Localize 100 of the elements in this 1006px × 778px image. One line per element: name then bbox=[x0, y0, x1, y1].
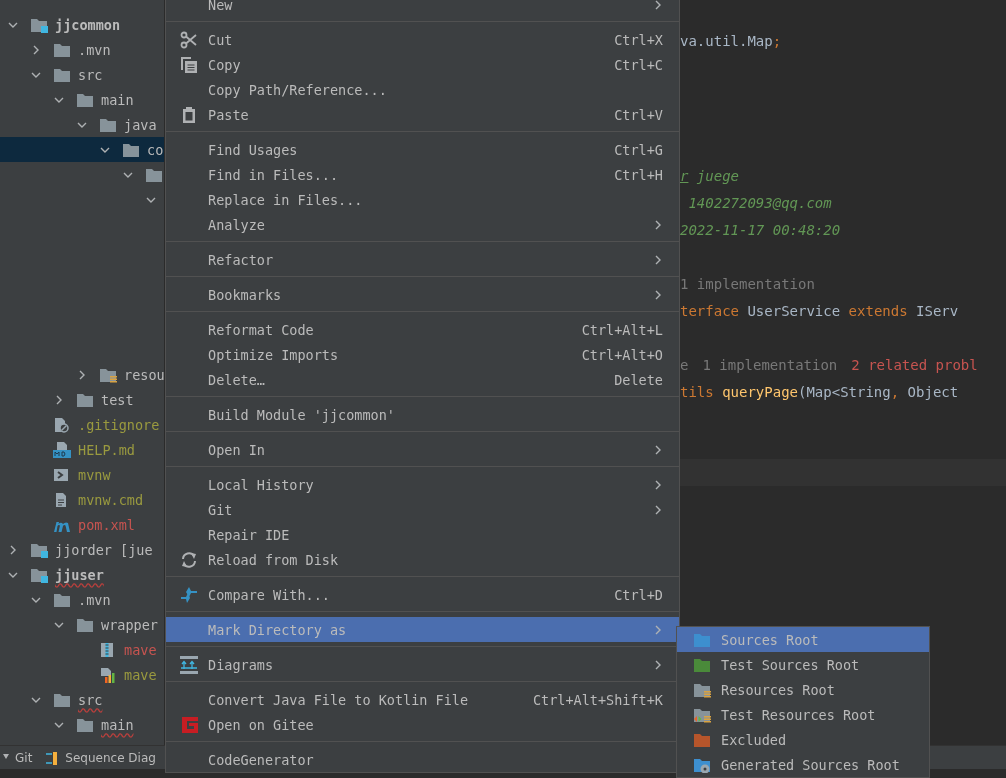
menu-item[interactable]: Copy Ctrl+C bbox=[166, 52, 679, 77]
code-token: va.util.Map bbox=[680, 32, 773, 49]
resources-folder-icon bbox=[99, 366, 117, 383]
menu-item-label: Compare With... bbox=[208, 586, 331, 603]
menu-item[interactable]: Convert Java File to Kotlin File Ctrl+Alt+Shift+K bbox=[166, 687, 679, 712]
tree-item[interactable]: src bbox=[0, 62, 164, 87]
code-token: extends bbox=[848, 302, 908, 319]
menu-item[interactable]: Replace in Files... bbox=[166, 187, 679, 212]
tree-item[interactable]: src bbox=[0, 687, 164, 712]
menu-item-label: Test Sources Root bbox=[721, 656, 861, 673]
test-resources-folder-icon bbox=[693, 706, 711, 723]
menu-item-label: Reload from Disk bbox=[208, 551, 340, 568]
ignored-file-icon bbox=[53, 416, 69, 433]
menu-item[interactable]: Open on Gitee bbox=[166, 712, 679, 737]
menu-item[interactable]: Open In bbox=[166, 437, 679, 462]
menu-item[interactable]: Analyze bbox=[166, 212, 679, 237]
folder-icon bbox=[76, 716, 94, 733]
menu-item[interactable]: CodeGenerator bbox=[166, 747, 679, 772]
terminal-file-icon bbox=[53, 466, 69, 483]
shortcut-label: Ctrl+C bbox=[614, 56, 663, 73]
folder-icon bbox=[76, 391, 94, 408]
markdown-file-icon bbox=[53, 441, 71, 458]
inlay-hint[interactable]: 2 related probl bbox=[851, 356, 978, 373]
properties-file-icon bbox=[99, 666, 115, 683]
menu-item[interactable]: Build Module 'jjcommon' bbox=[166, 402, 679, 427]
expand-chevron-icon[interactable] bbox=[8, 544, 18, 555]
module-folder-icon bbox=[30, 541, 48, 558]
expand-chevron-icon[interactable] bbox=[54, 394, 64, 405]
menu-item[interactable]: Optimize Imports Ctrl+Alt+O bbox=[166, 342, 679, 367]
code-token: , bbox=[890, 383, 900, 400]
tree-item[interactable]: .gitignore bbox=[0, 412, 164, 437]
menu-item[interactable]: Refactor bbox=[166, 247, 679, 272]
resources-folder-icon bbox=[693, 681, 711, 698]
menu-item[interactable]: Generated Sources Root bbox=[677, 752, 929, 777]
inlay-hint[interactable]: 1 implementation bbox=[680, 275, 815, 292]
menu-item[interactable]: Git bbox=[166, 497, 679, 522]
tool-window-button[interactable]: Sequence Diag bbox=[46, 749, 156, 766]
inlay-hint[interactable]: 1 implementation bbox=[702, 356, 838, 373]
menu-item[interactable]: Excluded bbox=[677, 727, 929, 752]
menu-item[interactable]: Local History bbox=[166, 472, 679, 497]
menu-item-label: Sources Root bbox=[721, 631, 820, 648]
shortcut-label: Ctrl+V bbox=[614, 106, 663, 123]
code-token: ; bbox=[772, 32, 782, 49]
shortcut-label: Ctrl+D bbox=[614, 586, 663, 603]
folder-icon bbox=[76, 616, 94, 633]
menu-item-label: Generated Sources Root bbox=[721, 756, 901, 773]
expand-chevron-icon[interactable] bbox=[31, 44, 41, 55]
compare-arrows-icon bbox=[180, 585, 198, 604]
shortcut-label: Ctrl+G bbox=[614, 141, 663, 158]
menu-item-label: Reformat Code bbox=[208, 321, 315, 338]
tree-item[interactable]: mave bbox=[0, 662, 164, 687]
menu-item-label: Find Usages bbox=[208, 141, 299, 158]
tree-item[interactable]: wrapper bbox=[0, 612, 164, 637]
tree-item[interactable]: jjcommon bbox=[0, 12, 164, 37]
menu-item-label: Repair IDE bbox=[208, 526, 291, 543]
tree-item[interactable]: main bbox=[0, 87, 164, 112]
tree-item[interactable]: test bbox=[0, 387, 164, 412]
menu-item-label: Copy bbox=[208, 56, 242, 73]
menu-item-label: Paste bbox=[208, 106, 250, 123]
code-token: queryPage bbox=[721, 383, 798, 400]
tree-item[interactable]: jjuser bbox=[0, 562, 164, 587]
menu-item-label: Cut bbox=[208, 31, 234, 48]
tree-item[interactable]: mvnw bbox=[0, 462, 164, 487]
menu-item[interactable]: Reformat Code Ctrl+Alt+L bbox=[166, 317, 679, 342]
tree-item[interactable]: jjorder [jue bbox=[0, 537, 164, 562]
menu-item[interactable]: New bbox=[166, 0, 679, 17]
tool-window-button[interactable]: Git bbox=[2, 750, 33, 765]
menu-item-label: Build Module 'jjcommon' bbox=[208, 406, 396, 423]
tree-item[interactable]: co bbox=[0, 137, 164, 162]
menu-item[interactable]: Reload from Disk bbox=[166, 547, 679, 572]
menu-item[interactable]: Repair IDE bbox=[166, 522, 679, 547]
expand-chevron-icon[interactable] bbox=[77, 369, 87, 380]
tree-item[interactable]: .mvn bbox=[0, 37, 164, 62]
menu-item-label: Copy Path/Reference... bbox=[208, 81, 388, 98]
code-token: (Map<String bbox=[798, 383, 891, 400]
menu-item[interactable]: Compare With... Ctrl+D bbox=[166, 582, 679, 607]
menu-item[interactable]: Resources Root bbox=[677, 677, 929, 702]
menu-item[interactable]: Find in Files... Ctrl+H bbox=[166, 162, 679, 187]
tree-item[interactable]: java bbox=[0, 112, 164, 137]
menu-item[interactable]: Paste Ctrl+V bbox=[166, 102, 679, 127]
tree-item[interactable]: .mvn bbox=[0, 587, 164, 612]
menu-item[interactable]: Cut Ctrl+X bbox=[166, 27, 679, 52]
menu-item[interactable]: Test Sources Root bbox=[677, 652, 929, 677]
tree-item[interactable]: resou bbox=[0, 362, 164, 387]
menu-item[interactable]: Bookmarks bbox=[166, 282, 679, 307]
inlay-hint[interactable]: e bbox=[680, 356, 689, 373]
tree-item[interactable]: HELP.md bbox=[0, 437, 164, 462]
code-token: 2022-11-17 00:48:20 bbox=[680, 221, 841, 238]
menu-item[interactable]: Find Usages Ctrl+G bbox=[166, 137, 679, 162]
menu-item[interactable]: Copy Path/Reference... bbox=[166, 77, 679, 102]
menu-item-label: Excluded bbox=[721, 731, 788, 748]
menu-item-label: Mark Directory as bbox=[208, 621, 348, 638]
tree-item[interactable]: main bbox=[0, 712, 164, 737]
tree-item[interactable]: mvnw.cmd bbox=[0, 487, 164, 512]
menu-item[interactable]: Test Resources Root bbox=[677, 702, 929, 727]
menu-item[interactable]: Delete… Delete bbox=[166, 367, 679, 392]
shortcut-label: Ctrl+X bbox=[614, 31, 663, 48]
archive-file-icon bbox=[99, 641, 115, 658]
menu-item[interactable]: Diagrams bbox=[166, 652, 679, 677]
module-folder-icon bbox=[30, 566, 48, 583]
